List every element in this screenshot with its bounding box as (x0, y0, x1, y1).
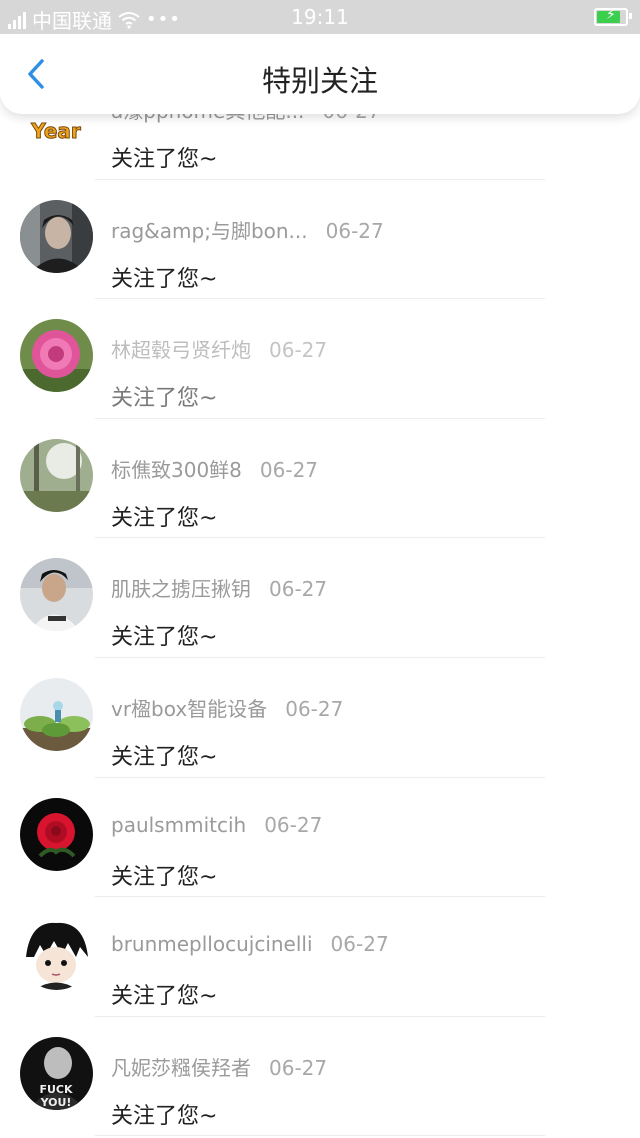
notification-message: 关注了您~ (111, 386, 218, 412)
page-title: 特别关注 (261, 64, 378, 98)
notification-date: 06-27 (285, 696, 344, 721)
username[interactable]: 标僬致300鲜8 (111, 458, 242, 482)
svg-text:FUCK: FUCK (39, 1083, 73, 1096)
bw-portrait-image: FUCKYOU! (20, 1036, 93, 1110)
notification-meta: paulsmmitcih 06-27 (111, 813, 322, 837)
notification-date: 06-27 (269, 338, 328, 363)
avatar[interactable] (20, 677, 93, 751)
notification-item[interactable]: brunmepllocujcinelli 06-27 关注了您~ (0, 897, 640, 1017)
notification-meta: 肌肤之掳压揪钥 06-27 (111, 573, 327, 602)
notification-meta: 凡妮莎糨侯羟者 06-27 (111, 1052, 327, 1081)
notification-item[interactable]: FUCK YOU! 凡妮莎糨侯羟者 06-27 关注了您~ (0, 1017, 640, 1137)
boy-white-shirt-image (20, 558, 93, 632)
notification-date: 06-27 (259, 457, 319, 482)
avatar[interactable] (20, 199, 93, 273)
red-rose-image (20, 797, 93, 871)
status-bar: 中国联通 ••• 19:11 ⚡ (0, 0, 640, 34)
notification-item[interactable]: 标僬致300鲜8 06-27 关注了您~ (0, 419, 640, 539)
svg-text:YOU!: YOU! (40, 1096, 72, 1109)
succulent-figurine-image (20, 677, 93, 751)
notification-meta: brunmepllocujcinelli 06-27 (111, 932, 389, 956)
divider (95, 1135, 545, 1137)
notification-message: 关注了您~ (111, 744, 218, 770)
avatar[interactable] (20, 797, 93, 871)
username[interactable]: 肌肤之掳压揪钥 (111, 577, 251, 601)
notification-item[interactable]: rag&amp;与脚bon... 06-27 关注了您~ (0, 180, 640, 300)
notification-message: 关注了您~ (111, 1103, 218, 1129)
notification-meta: 林超毂弓贤纤炮 06-27 (111, 334, 327, 363)
notification-message: 关注了您~ (111, 984, 218, 1010)
avatar[interactable] (20, 438, 93, 512)
username[interactable]: rag&amp;与脚bon... (111, 219, 308, 243)
notification-list: NeWYeara濠pphome其他配...06-27关注了您~rag&amp;与… (0, 60, 640, 1137)
status-time: 19:11 (291, 5, 349, 29)
anime-boy-image (20, 917, 93, 991)
notification-date: 06-27 (269, 1055, 328, 1080)
svg-text:Year: Year (30, 119, 81, 143)
notification-message: 关注了您~ (111, 505, 218, 531)
notification-message: 关注了您~ (111, 266, 218, 292)
notification-message: 关注了您~ (111, 147, 218, 172)
forest-light-image (20, 438, 93, 512)
notification-date: 06-27 (330, 932, 389, 957)
username[interactable]: brunmepllocujcinelli (111, 932, 313, 956)
avatar[interactable]: FUCK YOU! (20, 1036, 93, 1110)
notification-item[interactable]: paulsmmitcih 06-27 关注了您~ (0, 778, 640, 898)
notification-meta: vr楹box智能设备 06-27 (111, 693, 343, 722)
notification-meta: rag&amp;与脚bon... 06-27 (111, 215, 384, 244)
battery-icon: ⚡ (594, 7, 632, 26)
notification-item[interactable]: 林超毂弓贤纤炮 06-27 关注了您~ (0, 299, 640, 419)
notification-message: 关注了您~ (111, 625, 218, 651)
username[interactable]: 林超毂弓贤纤炮 (111, 338, 251, 362)
avatar[interactable] (20, 558, 93, 632)
notification-date: 06-27 (325, 218, 384, 243)
charging-bolt-icon: ⚡ (606, 7, 616, 23)
avatar[interactable] (20, 319, 93, 393)
notification-meta: 标僬致300鲜8 06-27 (111, 454, 318, 483)
pink-flower-image (20, 319, 93, 393)
notification-item[interactable]: vr楹box智能设备 06-27 关注了您~ (0, 658, 640, 778)
young-man-photo-image (20, 199, 93, 273)
notification-item[interactable]: 肌肤之掳压揪钥 06-27 关注了您~ (0, 538, 640, 658)
username[interactable]: paulsmmitcih (111, 813, 246, 837)
notification-date: 06-27 (269, 577, 328, 602)
notification-date: 06-27 (264, 812, 323, 837)
username[interactable]: 凡妮莎糨侯羟者 (111, 1056, 251, 1080)
username[interactable]: vr楹box智能设备 (111, 697, 267, 721)
nav-bar: 特别关注 (0, 34, 640, 114)
avatar[interactable] (20, 917, 93, 991)
notification-message: 关注了您~ (111, 864, 218, 890)
